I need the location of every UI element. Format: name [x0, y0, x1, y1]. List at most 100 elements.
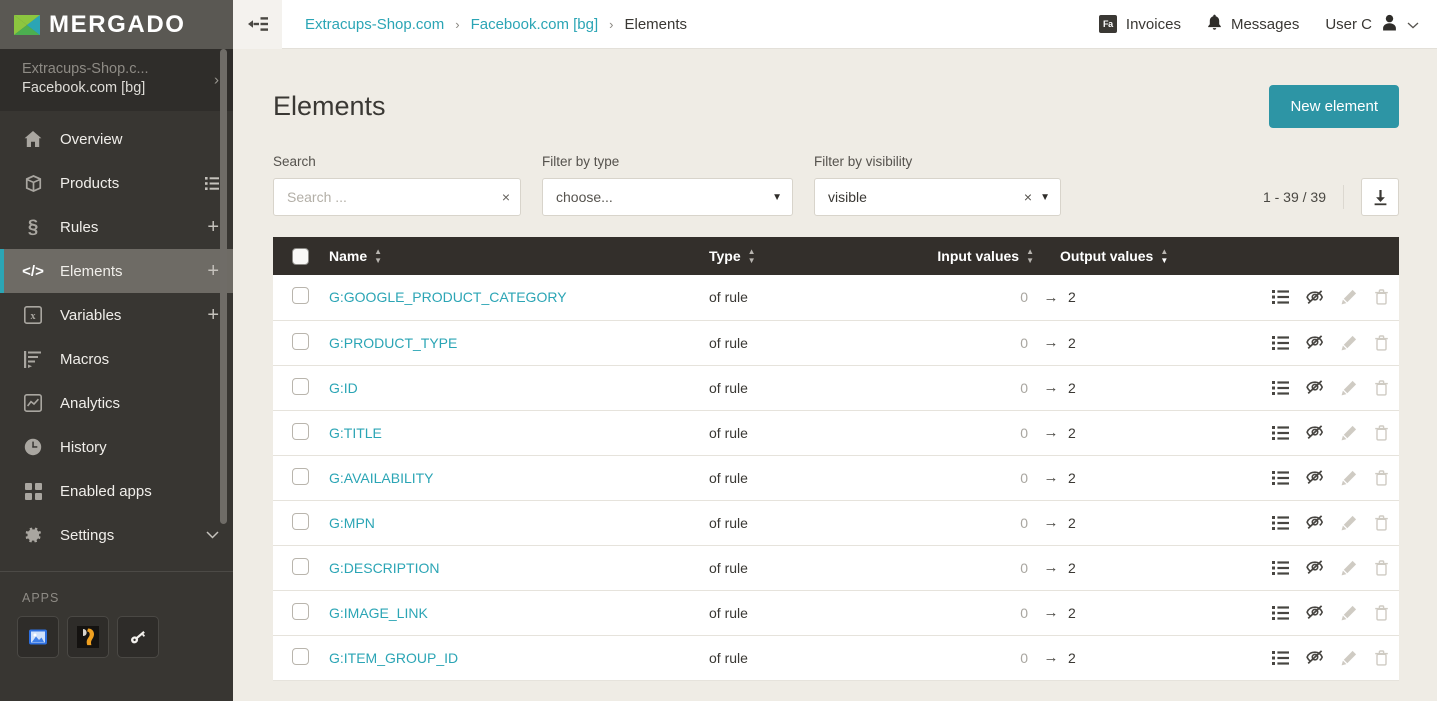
brand-logo[interactable]: MERGADO: [0, 0, 233, 49]
user-menu[interactable]: User C: [1325, 14, 1419, 35]
sidebar-item-macros[interactable]: Macros: [0, 337, 233, 381]
row-checkbox[interactable]: [292, 558, 309, 575]
sidebar-item-enabled-apps[interactable]: Enabled apps: [0, 469, 233, 513]
sort-name-icon[interactable]: ▲▼: [374, 248, 382, 264]
edit-pencil-icon[interactable]: [1341, 470, 1357, 486]
edit-pencil-icon[interactable]: [1341, 380, 1357, 396]
row-checkbox[interactable]: [292, 423, 309, 440]
hide-eye-icon[interactable]: [1306, 425, 1324, 440]
list-values-icon[interactable]: [1272, 290, 1289, 304]
sidebar-item-rules[interactable]: § Rules +: [0, 205, 233, 249]
select-all-checkbox[interactable]: [292, 248, 309, 265]
sidebar-item-settings[interactable]: Settings: [0, 513, 233, 557]
list-values-icon[interactable]: [1272, 381, 1289, 395]
list-values-icon[interactable]: [1272, 516, 1289, 530]
list-values-icon[interactable]: [1272, 606, 1289, 620]
filter-visibility-clear-icon[interactable]: ×: [1024, 189, 1032, 205]
add-rule-icon[interactable]: +: [207, 217, 219, 237]
edit-pencil-icon[interactable]: [1341, 425, 1357, 441]
sort-input-icon[interactable]: ▲▼: [1026, 248, 1034, 264]
shop-switcher[interactable]: Extracups-Shop.c... Facebook.com [bg] ›: [0, 49, 233, 111]
delete-trash-icon[interactable]: [1374, 425, 1389, 441]
collapse-sidebar-icon[interactable]: [233, 0, 282, 49]
list-values-icon[interactable]: [1272, 651, 1289, 665]
delete-trash-icon[interactable]: [1374, 605, 1389, 621]
add-variable-icon[interactable]: +: [207, 305, 219, 325]
chevron-down-icon[interactable]: ▼: [772, 192, 782, 203]
edit-pencil-icon[interactable]: [1341, 605, 1357, 621]
table-row[interactable]: G:PRODUCT_TYPE of rule 0 → 2: [273, 320, 1399, 365]
col-type-header[interactable]: Type ▲▼: [709, 237, 884, 275]
hide-eye-icon[interactable]: [1306, 605, 1324, 620]
filter-type-select[interactable]: choose... ▼: [542, 178, 793, 216]
sidebar-item-analytics[interactable]: Analytics: [0, 381, 233, 425]
key-app-icon[interactable]: [117, 616, 159, 658]
element-name-link[interactable]: G:GOOGLE_PRODUCT_CATEGORY: [329, 289, 567, 305]
new-element-button[interactable]: New element: [1269, 85, 1399, 128]
table-row[interactable]: G:AVAILABILITY of rule 0 → 2: [273, 455, 1399, 500]
edit-pencil-icon[interactable]: [1341, 289, 1357, 305]
table-row[interactable]: G:ITEM_GROUP_ID of rule 0 → 2: [273, 635, 1399, 680]
hide-eye-icon[interactable]: [1306, 290, 1324, 305]
hide-eye-icon[interactable]: [1306, 380, 1324, 395]
edit-pencil-icon[interactable]: [1341, 515, 1357, 531]
edit-pencil-icon[interactable]: [1341, 335, 1357, 351]
list-values-icon[interactable]: [1272, 426, 1289, 440]
delete-trash-icon[interactable]: [1374, 380, 1389, 396]
sidebar-item-overview[interactable]: Overview: [0, 117, 233, 161]
edit-pencil-icon[interactable]: [1341, 560, 1357, 576]
image-app-icon[interactable]: [17, 616, 59, 658]
filter-visibility-select[interactable]: visible × ▼: [814, 178, 1061, 216]
row-checkbox[interactable]: [292, 603, 309, 620]
sidebar-scrollbar[interactable]: [220, 49, 227, 524]
table-row[interactable]: G:ID of rule 0 → 2: [273, 365, 1399, 410]
col-output-header[interactable]: Output values ▲▼: [1034, 237, 1219, 275]
breadcrumb-item-feed[interactable]: Facebook.com [bg]: [471, 16, 599, 33]
element-name-link[interactable]: G:ITEM_GROUP_ID: [329, 650, 458, 666]
row-checkbox[interactable]: [292, 378, 309, 395]
edit-pencil-icon[interactable]: [1341, 650, 1357, 666]
table-row[interactable]: G:GOOGLE_PRODUCT_CATEGORY of rule 0 → 2: [273, 275, 1399, 320]
col-name-header[interactable]: Name ▲▼: [329, 237, 709, 275]
hide-eye-icon[interactable]: [1306, 650, 1324, 665]
sort-output-icon[interactable]: ▲▼: [1160, 248, 1168, 264]
hide-eye-icon[interactable]: [1306, 515, 1324, 530]
download-icon[interactable]: [1361, 178, 1399, 216]
element-name-link[interactable]: G:DESCRIPTION: [329, 560, 439, 576]
table-row[interactable]: G:MPN of rule 0 → 2: [273, 500, 1399, 545]
messages-button[interactable]: Messages: [1207, 14, 1299, 35]
chevron-down-icon[interactable]: [206, 531, 219, 539]
sort-type-icon[interactable]: ▲▼: [748, 248, 756, 264]
list-values-icon[interactable]: [1272, 561, 1289, 575]
element-name-link[interactable]: G:AVAILABILITY: [329, 470, 434, 486]
element-name-link[interactable]: G:ID: [329, 380, 358, 396]
element-name-link[interactable]: G:PRODUCT_TYPE: [329, 335, 457, 351]
row-checkbox[interactable]: [292, 468, 309, 485]
delete-trash-icon[interactable]: [1374, 289, 1389, 305]
sidebar-item-history[interactable]: History: [0, 425, 233, 469]
breadcrumb-item-shop[interactable]: Extracups-Shop.com: [305, 16, 444, 33]
sidebar-item-products[interactable]: Products: [0, 161, 233, 205]
hide-eye-icon[interactable]: [1306, 560, 1324, 575]
figure-app-icon[interactable]: [67, 616, 109, 658]
delete-trash-icon[interactable]: [1374, 335, 1389, 351]
search-input[interactable]: [274, 179, 520, 215]
table-row[interactable]: G:TITLE of rule 0 → 2: [273, 410, 1399, 455]
chevron-down-icon[interactable]: ▼: [1040, 192, 1050, 203]
chevron-down-icon[interactable]: [1407, 17, 1419, 32]
invoices-button[interactable]: Fa Invoices: [1099, 15, 1181, 33]
sidebar-item-elements[interactable]: </> Elements +: [0, 249, 233, 293]
delete-trash-icon[interactable]: [1374, 650, 1389, 666]
delete-trash-icon[interactable]: [1374, 560, 1389, 576]
delete-trash-icon[interactable]: [1374, 470, 1389, 486]
row-checkbox[interactable]: [292, 513, 309, 530]
list-values-icon[interactable]: [1272, 471, 1289, 485]
table-row[interactable]: G:IMAGE_LINK of rule 0 → 2: [273, 590, 1399, 635]
products-list-icon[interactable]: [205, 177, 219, 190]
table-row[interactable]: G:DESCRIPTION of rule 0 → 2: [273, 545, 1399, 590]
delete-trash-icon[interactable]: [1374, 515, 1389, 531]
sidebar-item-variables[interactable]: x Variables +: [0, 293, 233, 337]
row-checkbox[interactable]: [292, 648, 309, 665]
row-checkbox[interactable]: [292, 287, 309, 304]
hide-eye-icon[interactable]: [1306, 335, 1324, 350]
